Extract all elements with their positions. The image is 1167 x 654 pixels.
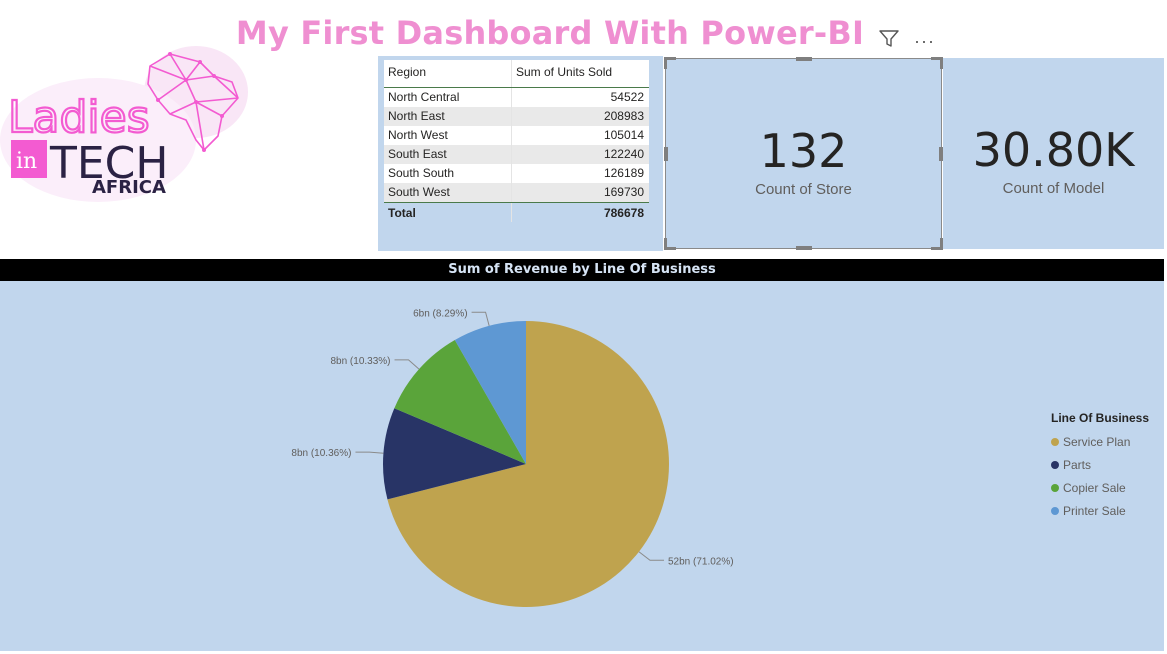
chart-legend: Line Of Business Service Plan Parts Copi… [1051,411,1149,522]
data-label-leader [471,311,490,326]
revenue-pie-chart[interactable]: 52bn (71.02%) 8bn (10.36%) 8bn (10.33%) 6bn… [0,259,1164,651]
count-of-model-label: Count of Model [1002,180,1105,197]
table-row[interactable]: South West 169730 [384,183,649,202]
region-cell: North West [384,126,512,145]
dashboard-title: My First Dashboard With Power-BI [235,14,865,52]
data-label-leader [394,359,420,370]
total-label: Total [384,203,512,222]
region-cell: South South [384,164,512,183]
more-options-icon[interactable]: ··· [914,32,935,50]
legend-title: Line Of Business [1051,411,1150,425]
legend-item-service-plan[interactable]: Service Plan [1051,430,1149,453]
units-cell: 169730 [603,185,644,199]
table-header-row: Region Sum of Units Sold [384,60,649,88]
legend-item-parts[interactable]: Parts [1051,453,1149,476]
count-of-store-card[interactable]: 132 Count of Store [664,57,943,250]
resize-handle-bottom-right[interactable] [931,238,943,250]
units-cell: 126189 [603,166,644,180]
units-cell: 122240 [603,147,644,161]
data-label: 52bn (71.02%) [668,556,734,567]
legend-label: Service Plan [1063,434,1131,449]
region-cell: North Central [384,88,512,107]
legend-label: Printer Sale [1063,503,1126,518]
ladies-in-tech-africa-logo: Ladies in TECH AFRICA [0,40,250,210]
resize-handle-bottom[interactable] [796,246,812,250]
legend-label: Copier Sale [1063,480,1126,495]
units-cell: 208983 [603,109,644,123]
resize-handle-top-right[interactable] [931,57,943,69]
data-label-leader [355,451,384,454]
region-cell: South East [384,145,512,164]
legend-item-printer-sale[interactable]: Printer Sale [1051,499,1149,522]
logo-in-text: in [16,149,37,174]
count-of-model-card[interactable]: 30.80K Count of Model [943,58,1164,249]
legend-marker [1051,460,1059,469]
logo-ladies-text: Ladies [8,92,150,143]
revenue-pie-chart-card: 52bn (71.02%) 8bn (10.36%) 8bn (10.33%) 6bn… [0,259,1164,651]
count-of-store-value: 132 [759,124,848,178]
table-row[interactable]: North West 105014 [384,126,649,145]
table-body: North Central 54522 North East 208983 No… [384,88,649,202]
resize-handle-top-left[interactable] [664,57,676,69]
filter-icon[interactable] [878,29,900,54]
region-cell: South West [384,183,512,202]
column-header-region[interactable]: Region [384,60,512,87]
legend-label: Parts [1063,457,1092,472]
units-sold-table: Region Sum of Units Sold North Central 5… [384,60,649,222]
legend-marker [1051,506,1059,515]
count-of-model-value: 30.80K [972,123,1135,177]
total-value: 786678 [603,206,644,220]
visual-header-icons: ··· [878,28,935,54]
count-of-store-label: Count of Store [755,181,852,198]
units-sold-table-card: Region Sum of Units Sold North Central 5… [378,56,663,251]
data-label-leader [638,551,664,561]
column-header-units-sold[interactable]: Sum of Units Sold [512,60,649,87]
table-row[interactable]: South South 126189 [384,164,649,183]
logo-africa-text: AFRICA [92,177,166,198]
table-row[interactable]: North Central 54522 [384,88,649,107]
data-label: 6bn (8.29%) [413,308,467,319]
resize-handle-top[interactable] [796,57,812,61]
dashboard-canvas: My First Dashboard With Power-BI ··· Lad… [0,0,1167,654]
resize-handle-left[interactable] [664,147,668,161]
region-cell: North East [384,107,512,126]
legend-marker [1051,483,1059,492]
units-cell: 105014 [603,128,644,142]
table-row[interactable]: South East 122240 [384,145,649,164]
table-total-row: Total 786678 [384,202,649,222]
data-label: 8bn (10.33%) [330,356,390,367]
legend-marker [1051,437,1059,446]
legend-item-copier-sale[interactable]: Copier Sale [1051,476,1149,499]
table-row[interactable]: North East 208983 [384,107,649,126]
chart-title: Sum of Revenue by Line Of Business [0,259,1164,281]
data-label: 8bn (10.36%) [291,448,351,459]
resize-handle-bottom-left[interactable] [664,238,676,250]
units-cell: 54522 [610,90,644,104]
